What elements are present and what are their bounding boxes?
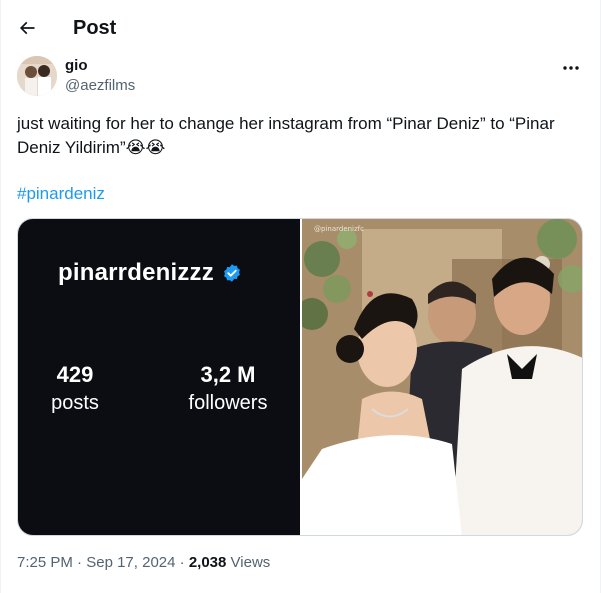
page-header: Post <box>1 0 600 56</box>
tweet-text-main: just waiting for her to change her insta… <box>17 114 555 157</box>
post-time[interactable]: 7:25 PM <box>17 554 73 571</box>
back-button[interactable] <box>9 10 45 46</box>
avatar[interactable] <box>17 56 57 96</box>
post-date[interactable]: Sep 17, 2024 <box>86 554 175 571</box>
views-label: Views <box>230 554 271 571</box>
instagram-username-text: pinarrdenizzz <box>58 259 214 286</box>
more-horizontal-icon <box>563 66 579 70</box>
posts-count: 429 <box>56 362 94 387</box>
followers-label: followers <box>188 392 268 414</box>
followers-stat: 3,2 M followers <box>178 361 278 417</box>
author-block: gio @aezfilms <box>65 56 135 96</box>
page-title: Post <box>73 17 117 39</box>
wedding-photo[interactable]: @pinardenizfc <box>300 219 582 535</box>
instagram-screenshot[interactable]: pinarrdenizzz 429 posts 3,2 M followers <box>18 219 300 535</box>
instagram-username: pinarrdenizzz <box>58 259 242 287</box>
posts-stat: 429 posts <box>45 361 105 417</box>
avatar-image <box>17 56 57 96</box>
photo-watermark: @pinardenizfc <box>314 225 364 233</box>
hashtag-link[interactable]: #pinardeniz <box>17 182 105 206</box>
crying-emoji-icon: 😭😭 <box>125 138 166 157</box>
posts-label: posts <box>51 392 99 414</box>
views-count: 2,038 <box>188 554 227 571</box>
tweet-text: just waiting for her to change her insta… <box>17 112 587 160</box>
meta-separator-2: · <box>179 554 185 571</box>
arrow-left-icon <box>19 21 35 35</box>
verified-badge-icon <box>224 264 240 282</box>
more-button[interactable] <box>556 58 586 78</box>
followers-count: 3,2 M <box>200 362 256 387</box>
post-page: Post gio @aezfilms just waiting for her … <box>0 0 601 593</box>
media-grid: pinarrdenizzz 429 posts 3,2 M followers <box>17 218 583 536</box>
wedding-photo-image <box>302 219 582 535</box>
meta-separator: · <box>77 554 83 571</box>
author-name[interactable]: gio <box>65 56 135 76</box>
author-handle[interactable]: @aezfilms <box>65 76 135 96</box>
post-meta: 7:25 PM · Sep 17, 2024 · 2,038 Views <box>17 553 270 573</box>
